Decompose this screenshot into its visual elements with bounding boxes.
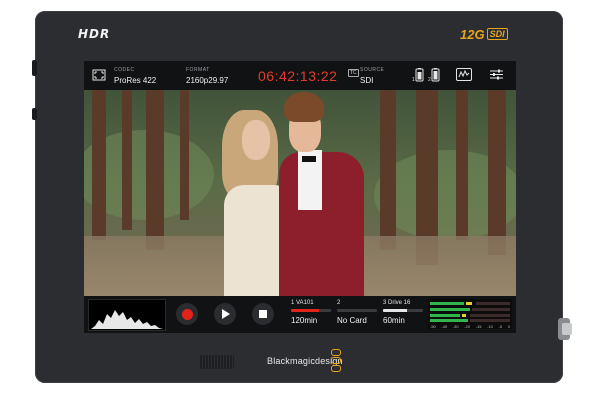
format-value[interactable]: 2160p29.97 bbox=[186, 76, 228, 85]
sdi-label: SDI bbox=[486, 28, 508, 40]
play-button[interactable] bbox=[214, 303, 236, 325]
audio-meter-bar bbox=[470, 314, 510, 317]
media-slot-1[interactable]: 1 VA101 120min bbox=[291, 300, 331, 325]
battery-2-num: 2 bbox=[428, 77, 432, 83]
audio-meter-icon[interactable]: -50 -40 -30 -20 -15 -10 -5 0 bbox=[428, 299, 512, 329]
record-button[interactable] bbox=[176, 303, 198, 325]
tree-trunk bbox=[122, 90, 132, 230]
media-slot-3[interactable]: 3 Drive 16 60min bbox=[383, 300, 423, 325]
lcd-screen: CODEC ProRes 422 FORMAT 2160p29.97 06:42… bbox=[84, 61, 516, 333]
tree-trunk bbox=[380, 90, 396, 250]
audio-meter-bar bbox=[466, 302, 472, 305]
woman-face bbox=[242, 120, 270, 160]
record-icon bbox=[181, 308, 193, 320]
tree-trunk bbox=[92, 90, 106, 240]
source-label: SOURCE bbox=[360, 67, 385, 73]
slot-time: 120min bbox=[291, 316, 318, 325]
video-preview-image bbox=[84, 90, 516, 296]
slot-time: No Card bbox=[337, 316, 367, 325]
slot-progress-fill bbox=[291, 309, 319, 312]
audio-scale-tick: -10 bbox=[487, 324, 493, 329]
audio-meter-bar bbox=[430, 314, 460, 317]
play-icon bbox=[222, 309, 230, 319]
slot-time: 60min bbox=[383, 316, 405, 325]
man-bowtie bbox=[302, 156, 316, 162]
sdi-logo: 12G SDI bbox=[460, 27, 508, 42]
audio-meter-bar bbox=[472, 308, 510, 311]
speaker-grille bbox=[200, 355, 234, 369]
slot-name: 2 bbox=[337, 300, 341, 306]
codec-label: CODEC bbox=[114, 67, 135, 73]
codec-value[interactable]: ProRes 422 bbox=[114, 76, 156, 85]
format-label: FORMAT bbox=[186, 67, 210, 73]
side-connector-nut bbox=[562, 323, 572, 335]
histogram-icon[interactable] bbox=[88, 299, 166, 331]
battery-1-num: 1 bbox=[412, 77, 416, 83]
tree-trunk bbox=[456, 90, 468, 240]
audio-scale-tick: -5 bbox=[498, 324, 503, 329]
tree-trunk bbox=[146, 90, 164, 250]
slot-name: 1 VA101 bbox=[291, 300, 314, 306]
stop-button[interactable] bbox=[252, 303, 274, 325]
slot-name: 3 Drive 16 bbox=[383, 300, 411, 306]
audio-meter-bar bbox=[430, 319, 468, 322]
audio-meter-bar bbox=[430, 308, 470, 311]
side-port-bottom bbox=[32, 108, 37, 120]
brand-logo-icon bbox=[331, 349, 341, 372]
audio-scale-tick: -30 bbox=[452, 324, 459, 329]
audio-meter-bar bbox=[462, 314, 466, 317]
slot-progress bbox=[337, 309, 377, 312]
settings-sliders-icon[interactable] bbox=[489, 68, 504, 84]
media-slot-2[interactable]: 2 No Card bbox=[337, 300, 377, 325]
audio-meter-bar bbox=[470, 319, 510, 322]
man-hair bbox=[284, 92, 324, 122]
source-value[interactable]: SDI bbox=[360, 76, 373, 85]
timecode-badge: TC bbox=[348, 69, 359, 77]
sdi-speed: 12G bbox=[460, 27, 485, 42]
audio-scale-tick: -50 bbox=[430, 324, 436, 329]
slot-progress-fill bbox=[383, 309, 407, 312]
tree-trunk bbox=[488, 90, 506, 255]
audio-scale-tick: 0 bbox=[507, 324, 510, 329]
audio-scale-tick: -15 bbox=[475, 324, 482, 329]
audio-scale-tick: -20 bbox=[464, 324, 471, 329]
timecode-display[interactable]: 06:42:13:22 bbox=[258, 68, 337, 84]
tree-trunk bbox=[180, 90, 189, 220]
audio-meter-bar bbox=[430, 302, 464, 305]
frame-guides-icon[interactable] bbox=[92, 69, 106, 84]
top-status-bar: CODEC ProRes 422 FORMAT 2160p29.97 06:42… bbox=[84, 61, 516, 90]
audio-meter-bar bbox=[476, 302, 510, 305]
slot-progress bbox=[291, 309, 331, 312]
bottom-control-bar: 1 VA101 120min 2 No Card 3 Drive 16 60mi… bbox=[84, 296, 516, 333]
slot-progress bbox=[383, 309, 423, 312]
audio-scale-tick: -40 bbox=[441, 324, 448, 329]
scopes-icon[interactable] bbox=[456, 68, 472, 84]
audio-meter-scale: -50 -40 -30 -20 -15 -10 -5 0 bbox=[430, 324, 510, 329]
side-port-top bbox=[32, 60, 37, 76]
stop-icon bbox=[259, 310, 267, 318]
hdr-logo: HDR bbox=[78, 27, 111, 41]
